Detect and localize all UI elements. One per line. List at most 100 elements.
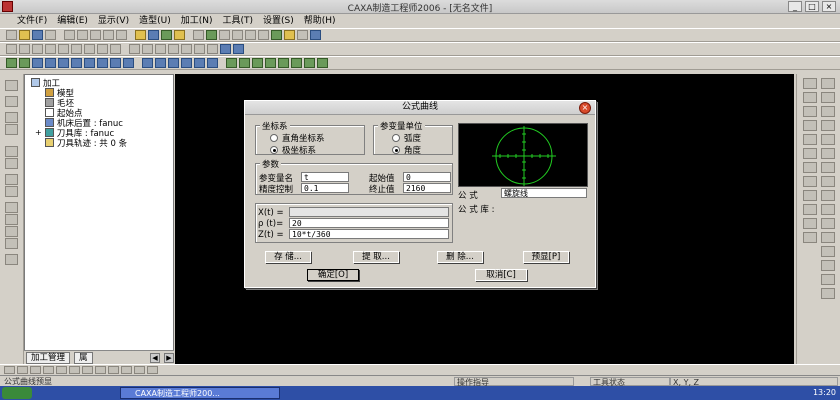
zoom-out-icon[interactable]: [232, 30, 243, 40]
formula-tool-icon[interactable]: [803, 162, 817, 173]
x-expr-field[interactable]: [289, 207, 449, 217]
layer-icon[interactable]: [174, 30, 185, 40]
panel-icon[interactable]: [5, 124, 18, 135]
radio-radian[interactable]: 弧度: [392, 132, 421, 144]
end-value-field[interactable]: 2160: [403, 183, 451, 193]
polygon-tool-icon[interactable]: [821, 134, 835, 145]
refresh-icon[interactable]: [271, 30, 282, 40]
maximize-button[interactable]: □: [805, 1, 819, 12]
sweep-icon[interactable]: [32, 58, 43, 68]
fx-tool-icon[interactable]: [821, 162, 835, 173]
menu-settings[interactable]: 设置(S): [258, 14, 299, 28]
radio-cartesian-dot[interactable]: [270, 134, 278, 142]
shade-icon[interactable]: [284, 30, 295, 40]
rough-machining-icon[interactable]: [226, 58, 237, 68]
radio-radian-dot[interactable]: [392, 134, 400, 142]
array-icon[interactable]: [181, 44, 192, 54]
offset-icon[interactable]: [155, 44, 166, 54]
sketch-icon[interactable]: [5, 96, 18, 107]
taskbar-app-item[interactable]: CAXA制造工程师200...: [120, 387, 280, 399]
light-icon[interactable]: [135, 30, 146, 40]
wireframe-icon[interactable]: [297, 30, 308, 40]
slot-tool-icon[interactable]: [821, 120, 835, 131]
rotate-tool-icon[interactable]: [821, 204, 835, 215]
menu-edit[interactable]: 编辑(E): [52, 14, 93, 28]
radio-degree[interactable]: 角度: [392, 144, 421, 156]
ruled-surface-icon[interactable]: [155, 58, 166, 68]
line-tool-icon[interactable]: [803, 78, 817, 89]
process-sheet-icon[interactable]: [317, 58, 328, 68]
offset-surface-icon[interactable]: [194, 58, 205, 68]
fillet-icon[interactable]: [71, 58, 82, 68]
ellipse-icon[interactable]: [84, 44, 95, 54]
tree-item-toolpath[interactable]: 刀具轨迹 : 共 0 条: [45, 137, 127, 149]
gcode-icon[interactable]: [304, 58, 315, 68]
grid-icon[interactable]: [148, 30, 159, 40]
shell-icon[interactable]: [97, 58, 108, 68]
preview-button[interactable]: 预显[P]: [523, 251, 569, 263]
redo-icon[interactable]: [116, 30, 127, 40]
menu-help[interactable]: 帮助(H): [299, 14, 341, 28]
extract-formula-button[interactable]: 提 取...: [353, 251, 399, 263]
trim-surface-icon[interactable]: [207, 58, 218, 68]
z-expr-field[interactable]: 10*t/360: [289, 229, 449, 239]
radio-degree-dot[interactable]: [392, 146, 400, 154]
ellipse-tool-icon[interactable]: [821, 92, 835, 103]
contour-machining-icon[interactable]: [252, 58, 263, 68]
radio-polar-dot[interactable]: [270, 146, 278, 154]
chamfer-tool-icon[interactable]: [821, 148, 835, 159]
scroll-right-icon[interactable]: ▶: [164, 352, 174, 363]
snap-icon[interactable]: [56, 366, 67, 374]
geometry-icon[interactable]: [5, 174, 18, 185]
filter-icon[interactable]: [161, 30, 172, 40]
close-button[interactable]: ×: [822, 1, 836, 12]
line-icon[interactable]: [6, 44, 17, 54]
sketch-mode-icon[interactable]: [134, 366, 145, 374]
point-tool-icon[interactable]: [803, 134, 817, 145]
color-icon[interactable]: [310, 30, 321, 40]
drill-icon[interactable]: [278, 58, 289, 68]
grid-snap-icon[interactable]: [82, 366, 93, 374]
plane-xz-icon[interactable]: [121, 366, 132, 374]
mesh-surface-icon[interactable]: [181, 58, 192, 68]
dimension-tool-icon[interactable]: [821, 260, 835, 271]
formula-curve-icon[interactable]: [97, 44, 108, 54]
hole-icon[interactable]: [58, 58, 69, 68]
new-icon[interactable]: [6, 30, 17, 40]
scale-icon[interactable]: [194, 44, 205, 54]
rib-icon[interactable]: [110, 58, 121, 68]
draft-icon[interactable]: [123, 58, 134, 68]
plane-xy-icon[interactable]: [95, 366, 106, 374]
measure-icon[interactable]: [5, 202, 18, 213]
scale-tool-icon[interactable]: [821, 218, 835, 229]
array-tool-icon[interactable]: [803, 218, 817, 229]
radio-cartesian[interactable]: 直角坐标系: [270, 132, 325, 144]
circle-tool-icon[interactable]: [821, 78, 835, 89]
mirror-tool-icon[interactable]: [803, 204, 817, 215]
menu-model[interactable]: 造型(U): [134, 14, 176, 28]
ok-button[interactable]: 确定[O]: [307, 269, 359, 281]
point-icon[interactable]: [5, 112, 18, 123]
cube-icon[interactable]: [233, 44, 244, 54]
rotate-icon[interactable]: [245, 30, 256, 40]
zoom-icon[interactable]: [206, 30, 217, 40]
formula-name-field[interactable]: 螺旋线: [501, 188, 587, 198]
loft-icon[interactable]: [45, 58, 56, 68]
extend-icon[interactable]: [142, 44, 153, 54]
text-tool-icon[interactable]: [821, 246, 835, 257]
ortho-icon[interactable]: [69, 366, 80, 374]
view-iso-icon[interactable]: [43, 366, 54, 374]
copy-transform-icon[interactable]: [5, 158, 18, 169]
copy-icon[interactable]: [77, 30, 88, 40]
chamfer-icon[interactable]: [84, 58, 95, 68]
relation-tool-icon[interactable]: [821, 288, 835, 299]
arc-icon[interactable]: [19, 44, 30, 54]
rectangle-icon[interactable]: [45, 44, 56, 54]
trim-icon[interactable]: [129, 44, 140, 54]
extrude-icon[interactable]: [6, 58, 17, 68]
move-icon[interactable]: [207, 44, 218, 54]
expand-icon[interactable]: +: [35, 128, 42, 137]
offset-tool-icon[interactable]: [803, 148, 817, 159]
rho-expr-field[interactable]: 20: [289, 218, 449, 228]
polygon-icon[interactable]: [71, 44, 82, 54]
